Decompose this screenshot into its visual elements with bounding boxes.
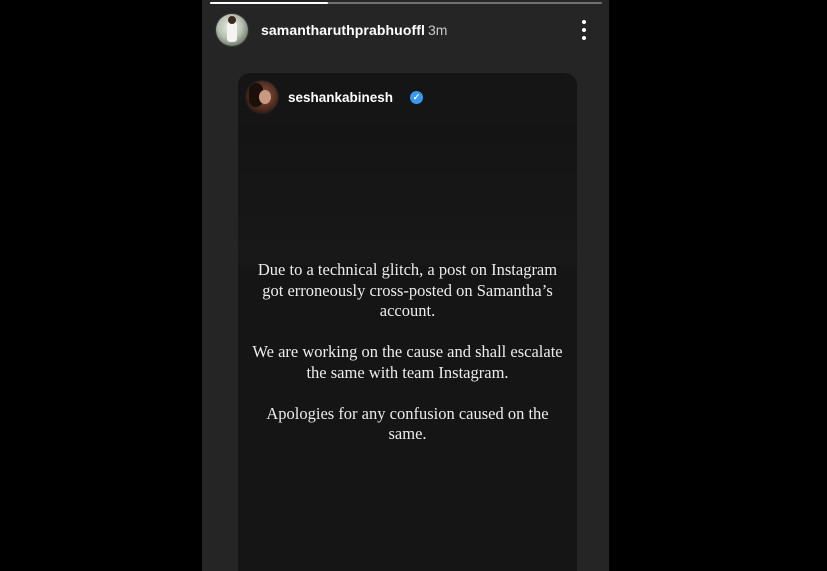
story-author-username[interactable]: samantharuthprabhuoffl bbox=[261, 22, 425, 38]
story-author-avatar[interactable] bbox=[216, 14, 248, 46]
more-options-icon[interactable] bbox=[578, 18, 590, 42]
story-header: samantharuthprabhuoffl 3m bbox=[214, 12, 597, 48]
more-dot bbox=[582, 20, 586, 24]
screen: samantharuthprabhuoffl 3m seshankabinesh… bbox=[0, 0, 827, 571]
story-progress-fill bbox=[210, 2, 328, 4]
avatar-figure-head bbox=[228, 16, 236, 24]
shared-post-header: seshankabinesh ✓ bbox=[246, 81, 566, 113]
avatar-face bbox=[259, 90, 271, 104]
more-dot bbox=[582, 36, 586, 40]
shared-post-media-area bbox=[238, 125, 577, 265]
verified-badge-icon: ✓ bbox=[410, 91, 423, 104]
shared-post-author-avatar[interactable] bbox=[246, 81, 278, 113]
message-paragraph: Apologies for any confusion caused on th… bbox=[266, 403, 549, 444]
shared-post-message: Due to a technical glitch, a post on Ins… bbox=[252, 260, 563, 465]
shared-post-card[interactable]: seshankabinesh ✓ Due to a technical glit… bbox=[238, 73, 577, 571]
message-paragraph: We are working on the cause and shall es… bbox=[252, 342, 563, 382]
story-timestamp: 3m bbox=[428, 22, 448, 38]
story-viewer[interactable]: samantharuthprabhuoffl 3m seshankabinesh… bbox=[202, 0, 609, 571]
shared-post-author-username[interactable]: seshankabinesh bbox=[288, 90, 393, 105]
story-progress-bar bbox=[210, 2, 602, 4]
more-dot bbox=[582, 28, 586, 32]
message-paragraph: Due to a technical glitch, a post on Ins… bbox=[257, 260, 558, 320]
